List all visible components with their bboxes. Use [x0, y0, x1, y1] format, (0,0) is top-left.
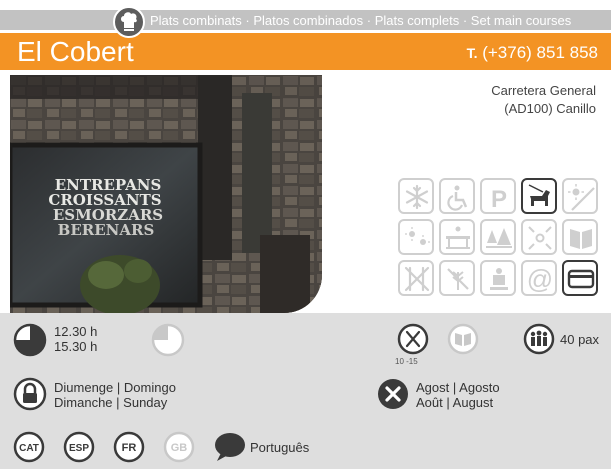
address-line-2: (AD100) Canillo: [504, 101, 596, 116]
category-text: Plats combinats · Platos combinados · Pl…: [150, 13, 572, 28]
price-cutlery-icon: [397, 323, 429, 355]
credit-card-icon: [562, 260, 598, 296]
vacation-line-1: Agost | Agosto: [416, 380, 500, 395]
svg-text:@: @: [527, 264, 553, 294]
phone-number[interactable]: T. (+376) 851 858: [467, 43, 598, 63]
opening-time: 12.30 h: [54, 324, 98, 339]
chef-hat-icon: [113, 6, 145, 38]
address-line-1: Carretera General: [491, 83, 596, 98]
closed-day-line-1: Diumenge | Domingo: [54, 380, 176, 395]
language-gb-badge: GB: [163, 431, 195, 463]
price-range: 10 -15: [395, 357, 418, 366]
children-area-icon: [521, 219, 557, 255]
svg-text:P: P: [491, 186, 507, 212]
vacation-line-2: Août | August: [416, 395, 494, 410]
phone-value: (+376) 851 858: [482, 43, 598, 62]
info-band: 12.30 h 15.30 h 10 -15 40 pax Diumenge |…: [0, 313, 611, 469]
menu-icon: [447, 323, 479, 355]
language-cat-badge: CAT: [13, 431, 45, 463]
svg-text:FR: FR: [122, 442, 137, 454]
no-cutlery-icon: [398, 260, 434, 296]
bridge-view-icon: [439, 219, 475, 255]
capacity-people-icon: [523, 323, 555, 355]
svg-text:ESP: ESP: [69, 443, 89, 454]
category-bar: Plats combinats · Platos combinados · Pl…: [0, 10, 611, 30]
language-esp-badge: ESP: [63, 431, 95, 463]
dog-icon: [521, 178, 557, 214]
clock-icon: [13, 323, 47, 357]
restaurant-photo: ENTREPANS CROISSANTS ESMORZARS BERENARS: [10, 75, 322, 313]
other-language: Português: [250, 440, 310, 455]
header-bar: El Cobert T. (+376) 851 858: [0, 33, 611, 70]
svg-text:CAT: CAT: [19, 443, 39, 454]
forest-icon: [480, 219, 516, 255]
phone-prefix: T.: [466, 45, 478, 61]
svg-text:GB: GB: [171, 442, 188, 454]
capacity-text: 40 pax: [560, 332, 600, 347]
chef-icon: [480, 260, 516, 296]
closing-time: 15.30 h: [54, 339, 98, 354]
closed-day-line-2: Dimanche | Sunday: [54, 395, 168, 410]
gluten-free-icon: [439, 260, 475, 296]
at-sign-icon: @: [521, 260, 557, 296]
closed-x-icon: [378, 379, 408, 409]
restaurant-name: El Cobert: [17, 36, 134, 67]
snowflake-icon: [398, 178, 434, 214]
language-fr-badge: FR: [113, 431, 145, 463]
speech-bubble-icon: [215, 433, 245, 461]
menu-book-icon: [562, 219, 598, 255]
terrace-sun-icon: [398, 219, 434, 255]
no-sun-terrace-icon: [562, 178, 598, 214]
parking-icon: P: [480, 178, 516, 214]
lock-icon: [13, 377, 47, 411]
evening-clock-icon: [151, 323, 185, 357]
wheelchair-icon: [439, 178, 475, 214]
address: Carretera General (AD100) Canillo: [491, 82, 596, 118]
window-line-4: BERENARS: [58, 221, 155, 239]
